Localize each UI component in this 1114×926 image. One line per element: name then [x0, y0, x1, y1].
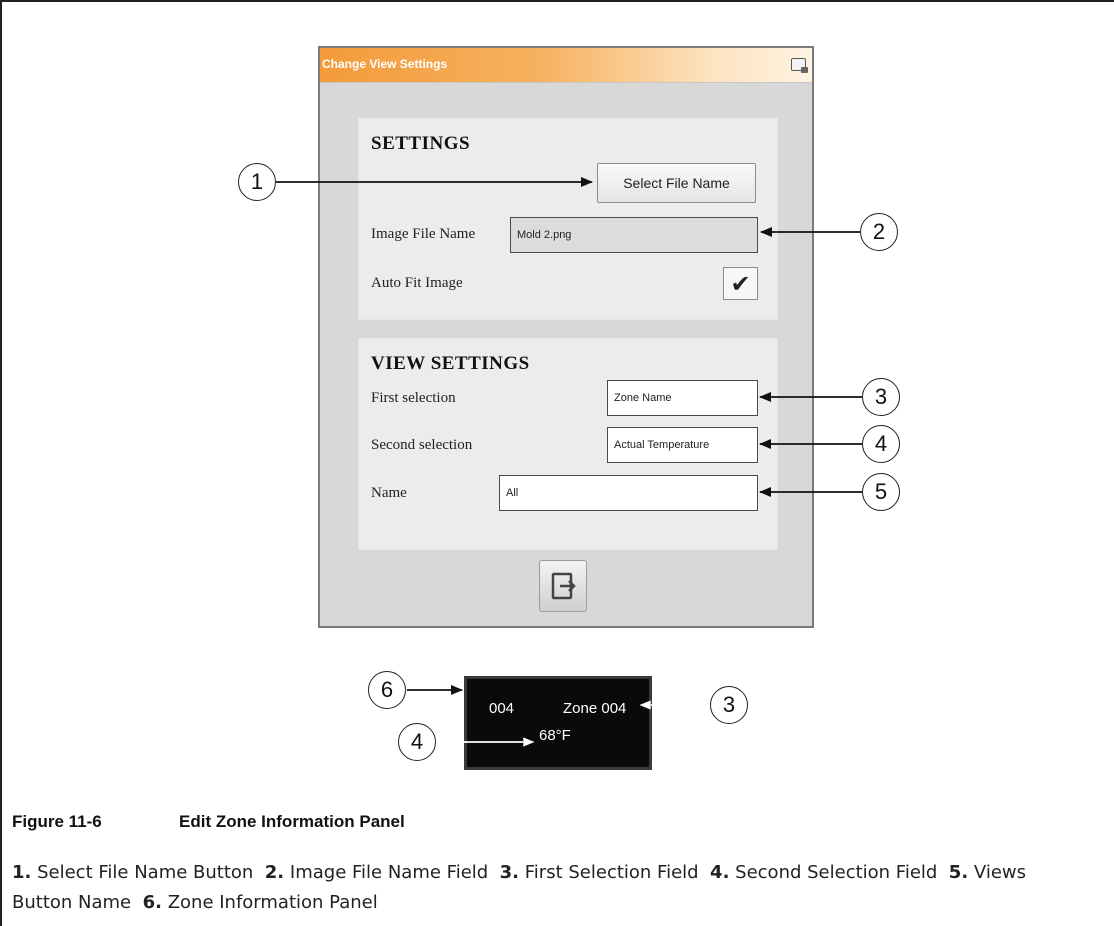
- legend-num-3: 3.: [499, 862, 520, 883]
- auto-fit-image-label: Auto Fit Image: [371, 275, 463, 291]
- image-file-name-field[interactable]: Mold 2.png: [510, 217, 758, 253]
- page-border-top: [0, 0, 1114, 2]
- legend-num-6: 6.: [142, 892, 162, 913]
- dialog-title: Change View Settings: [322, 57, 448, 71]
- figure-legend: 1. Select File Name Button 2. Image File…: [12, 858, 1072, 918]
- settings-section: SETTINGS Select File Name Image File Nam…: [358, 118, 778, 320]
- legend-text-2: Image File Name Field: [289, 862, 489, 883]
- second-selection-field[interactable]: Actual Temperature: [607, 427, 758, 463]
- image-file-name-label: Image File Name: [371, 226, 476, 242]
- exit-icon: [551, 572, 576, 600]
- exit-button[interactable]: [539, 560, 587, 612]
- zone-temperature: 68°F: [539, 727, 571, 744]
- change-view-settings-dialog: Change View Settings SETTINGS Select Fil…: [318, 46, 814, 628]
- callout-4: 4: [862, 425, 900, 463]
- name-field[interactable]: All: [499, 475, 758, 511]
- legend-text-1: Select File Name Button: [37, 862, 254, 883]
- first-selection-field[interactable]: Zone Name: [607, 380, 758, 416]
- figure-caption: Figure 11-6 Edit Zone Information Panel: [12, 812, 405, 832]
- dialog-titlebar: Change View Settings: [320, 48, 812, 83]
- legend-text-6: Zone Information Panel: [167, 892, 378, 913]
- page-border-left: [0, 0, 2, 926]
- figure-title: Edit Zone Information Panel: [179, 812, 405, 831]
- view-settings-section: VIEW SETTINGS First selection Zone Name …: [358, 338, 778, 550]
- select-file-name-button[interactable]: Select File Name: [597, 163, 756, 203]
- callout-1: 1: [238, 163, 276, 201]
- zone-name: Zone 004: [563, 700, 627, 717]
- checkmark-icon: ✔: [730, 269, 751, 298]
- legend-num-1: 1.: [12, 862, 32, 883]
- callout-2: 2: [860, 213, 898, 251]
- settings-heading: SETTINGS: [371, 133, 471, 154]
- zone-information-panel[interactable]: 004 Zone 004 68°F: [464, 676, 652, 770]
- legend-num-2: 2.: [264, 862, 285, 883]
- callout-3: 3: [862, 378, 900, 416]
- window-icon[interactable]: [791, 58, 808, 73]
- view-settings-heading: VIEW SETTINGS: [371, 353, 530, 374]
- auto-fit-image-checkbox[interactable]: ✔: [723, 267, 758, 300]
- legend-text-4: Second Selection Field: [735, 862, 938, 883]
- figure-number: Figure 11-6: [12, 812, 102, 831]
- callout-4-zone: 4: [398, 723, 436, 761]
- second-selection-label: Second selection: [371, 437, 473, 453]
- zone-number: 004: [489, 700, 515, 717]
- legend-num-5: 5.: [948, 862, 969, 883]
- first-selection-label: First selection: [371, 390, 456, 406]
- legend-num-4: 4.: [710, 862, 730, 883]
- callout-5: 5: [862, 473, 900, 511]
- callout-6: 6: [368, 671, 406, 709]
- legend-text-3: First Selection Field: [524, 862, 699, 883]
- callout-3-zone: 3: [710, 686, 748, 724]
- name-label: Name: [371, 485, 407, 501]
